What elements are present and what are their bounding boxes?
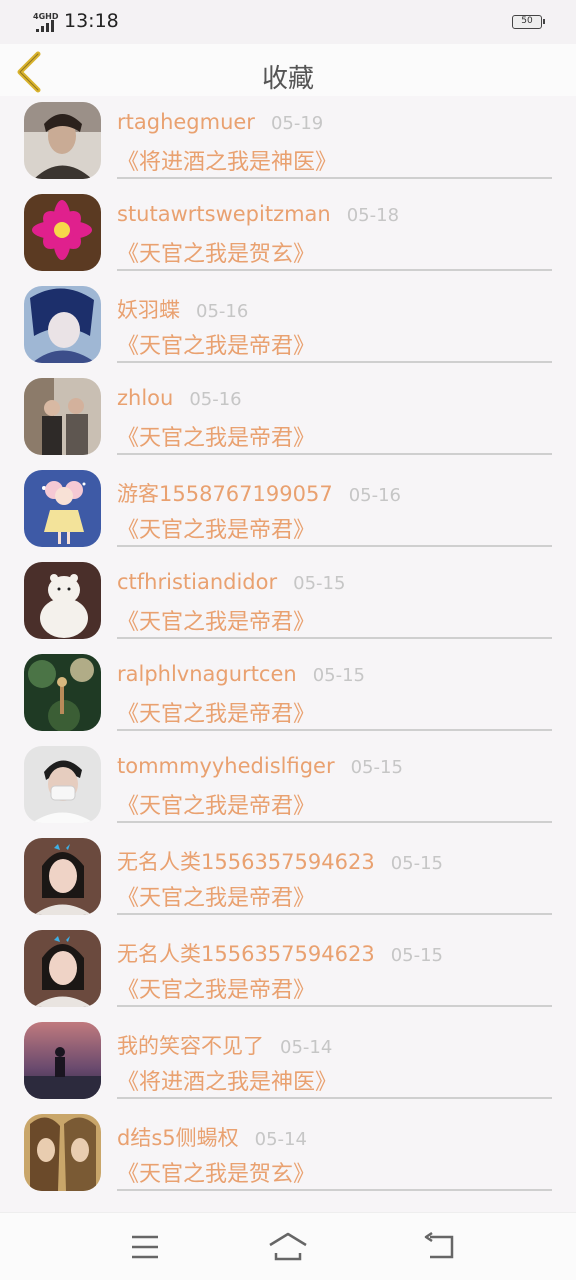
status-time: 13:18 [64, 10, 119, 32]
menu-icon [132, 1235, 158, 1259]
list-item[interactable]: zhlou 05-16 《天官之我是帝君》 [0, 372, 576, 464]
divider [117, 545, 552, 547]
user-name: 无名人类1556357594623 [117, 850, 375, 874]
list-item[interactable]: d结s5侧蝪权 05-14 《天官之我是贺玄》 [0, 1108, 576, 1200]
book-title[interactable]: 《天官之我是帝君》 [117, 420, 315, 452]
date: 05-16 [189, 389, 242, 410]
menu-button[interactable] [125, 1231, 165, 1263]
book-title[interactable]: 《天官之我是帝君》 [117, 696, 315, 728]
avatar [24, 470, 101, 547]
avatar [24, 102, 101, 179]
avatar [24, 194, 101, 271]
home-icon [269, 1232, 307, 1261]
date: 05-15 [350, 757, 403, 778]
user-name: rtaghegmuer [117, 110, 255, 134]
book-title[interactable]: 《天官之我是帝君》 [117, 604, 315, 636]
signal-icon [36, 20, 54, 32]
book-title[interactable]: 《天官之我是帝君》 [117, 788, 315, 820]
list-item[interactable]: 无名人类1556357594623 05-15 《天官之我是帝君》 [0, 832, 576, 924]
divider [117, 269, 552, 271]
divider [117, 1189, 552, 1191]
favorites-list: rtaghegmuer 05-19 《将进酒之我是神医》 stutawrtswep… [0, 96, 576, 1212]
date: 05-15 [312, 665, 366, 686]
date: 05-14 [280, 1037, 333, 1058]
avatar [24, 930, 101, 1007]
back-arrow-icon [424, 1231, 454, 1259]
date: 05-14 [254, 1129, 307, 1150]
book-title[interactable]: 《天官之我是贺玄》 [117, 236, 315, 268]
list-item[interactable]: 妖羽蝶 05-16 《天官之我是帝君》 [0, 280, 576, 372]
user-name: d结s5侧蝪权 [117, 1126, 239, 1150]
list-item[interactable]: stutawrtswepitzman 05-18 《天官之我是贺玄》 [0, 188, 576, 280]
book-title[interactable]: 《天官之我是帝君》 [117, 972, 315, 1004]
date: 05-16 [348, 485, 402, 506]
user-name: 无名人类1556357594623 [117, 942, 375, 966]
divider [117, 1005, 552, 1007]
battery-icon: 50 [512, 15, 545, 29]
book-title[interactable]: 《将进酒之我是神医》 [117, 144, 337, 176]
list-item[interactable]: 我的笑容不见了 05-14 《将进酒之我是神医》 [0, 1016, 576, 1108]
date: 05-19 [270, 113, 324, 134]
back-nav-button[interactable] [418, 1231, 458, 1263]
avatar [24, 654, 101, 731]
divider [117, 821, 552, 823]
divider [117, 913, 552, 915]
home-button[interactable] [266, 1231, 310, 1263]
avatar [24, 1114, 101, 1191]
avatar [24, 562, 101, 639]
book-title[interactable]: 《天官之我是贺玄》 [117, 1156, 315, 1188]
date: 05-16 [196, 301, 249, 322]
avatar [24, 378, 101, 455]
divider [117, 729, 552, 731]
user-name: 游客1558767199057 [117, 482, 333, 506]
page-title: 收藏 [261, 64, 314, 94]
user-name: tommmyyhedislfiger [117, 754, 335, 778]
divider [117, 1097, 552, 1099]
book-title[interactable]: 《将进酒之我是神医》 [117, 1064, 337, 1096]
avatar [24, 286, 101, 363]
list-item[interactable]: 无名人类1556357594623 05-15 《天官之我是帝君》 [0, 924, 576, 1016]
system-nav-bar [0, 1212, 576, 1280]
list-item[interactable] [0, 1200, 576, 1212]
user-name: ralphlvnagurtcen [117, 662, 297, 686]
avatar [24, 838, 101, 915]
list-item[interactable]: rtaghegmuer 05-19 《将进酒之我是神医》 [0, 96, 576, 188]
date: 05-18 [346, 205, 400, 226]
date: 05-15 [293, 573, 346, 594]
divider [117, 453, 552, 455]
book-title[interactable]: 《天官之我是帝君》 [117, 512, 315, 544]
list-item[interactable]: tommmyyhedislfiger 05-15 《天官之我是帝君》 [0, 740, 576, 832]
avatar [24, 746, 101, 823]
avatar [24, 1022, 101, 1099]
list-item[interactable]: ctfhristiandidor 05-15 《天官之我是帝君》 [0, 556, 576, 648]
date: 05-15 [390, 945, 444, 966]
battery-level: 50 [521, 16, 533, 26]
divider [117, 637, 552, 639]
user-name: ctfhristiandidor [117, 570, 278, 594]
list-item[interactable]: 游客1558767199057 05-16 《天官之我是帝君》 [0, 464, 576, 556]
header: 收藏 [0, 44, 576, 96]
book-title[interactable]: 《天官之我是帝君》 [117, 328, 315, 360]
book-title[interactable]: 《天官之我是帝君》 [117, 880, 315, 912]
list-item[interactable]: ralphlvnagurtcen 05-15 《天官之我是帝君》 [0, 648, 576, 740]
user-name: 妖羽蝶 [117, 298, 180, 322]
user-name: 我的笑容不见了 [117, 1034, 264, 1058]
user-name: stutawrtswepitzman [117, 202, 331, 226]
status-bar: 4GHD 13:18 50 [0, 0, 576, 44]
divider [117, 177, 552, 179]
date: 05-15 [390, 853, 444, 874]
user-name: zhlou [117, 386, 174, 410]
divider [117, 361, 552, 363]
